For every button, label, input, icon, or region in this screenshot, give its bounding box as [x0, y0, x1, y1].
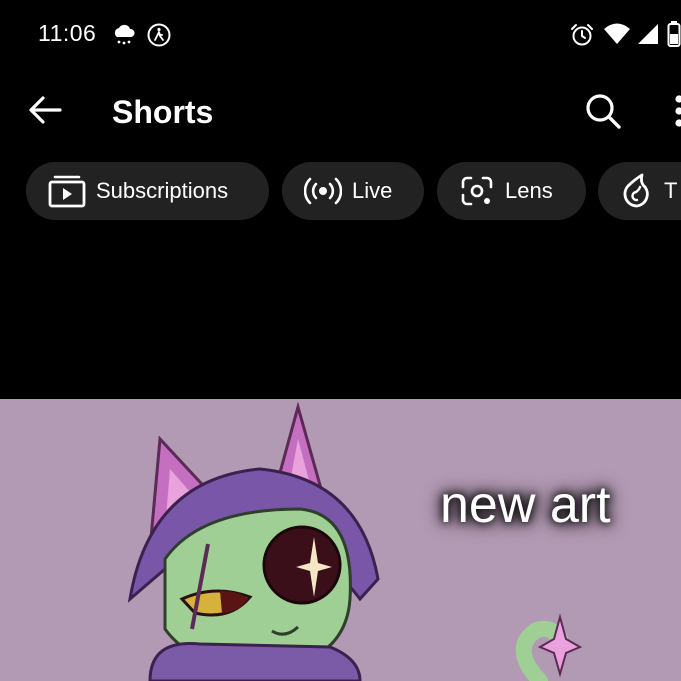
status-time: 11:06: [38, 20, 97, 46]
alarm-icon: [571, 24, 593, 46]
chip-subscriptions[interactable]: Subscriptions: [26, 162, 269, 220]
wifi-icon: [604, 23, 630, 44]
app-bar: Shorts: [0, 70, 681, 160]
status-bar: 11:06: [0, 0, 681, 70]
artwork-image: [127, 401, 583, 681]
weather-rain-icon: [114, 24, 135, 45]
chip-trending[interactable]: T: [598, 162, 681, 220]
lens-icon: [461, 176, 493, 206]
chip-live[interactable]: Live: [282, 162, 424, 220]
signal-icon: [638, 24, 658, 44]
more-vert-icon[interactable]: [672, 94, 681, 128]
back-arrow-icon[interactable]: [27, 94, 63, 126]
short-video[interactable]: new art: [0, 399, 681, 681]
subscriptions-icon: [48, 175, 86, 208]
search-icon[interactable]: [584, 92, 622, 130]
trending-icon: [623, 173, 649, 208]
page-title: Shorts: [112, 94, 214, 130]
chip-lens[interactable]: Lens: [437, 162, 586, 220]
chip-label: Lens: [505, 178, 553, 203]
chip-label: Subscriptions: [96, 178, 229, 203]
video-overlay-text: new art: [440, 476, 611, 534]
filter-chips: Subscriptions Live Lens T: [0, 160, 681, 222]
chip-label: Live: [352, 178, 393, 203]
battery-icon: [667, 21, 681, 47]
chip-label: T: [664, 178, 678, 203]
live-icon: [304, 177, 342, 205]
accessibility-icon: [147, 23, 171, 47]
